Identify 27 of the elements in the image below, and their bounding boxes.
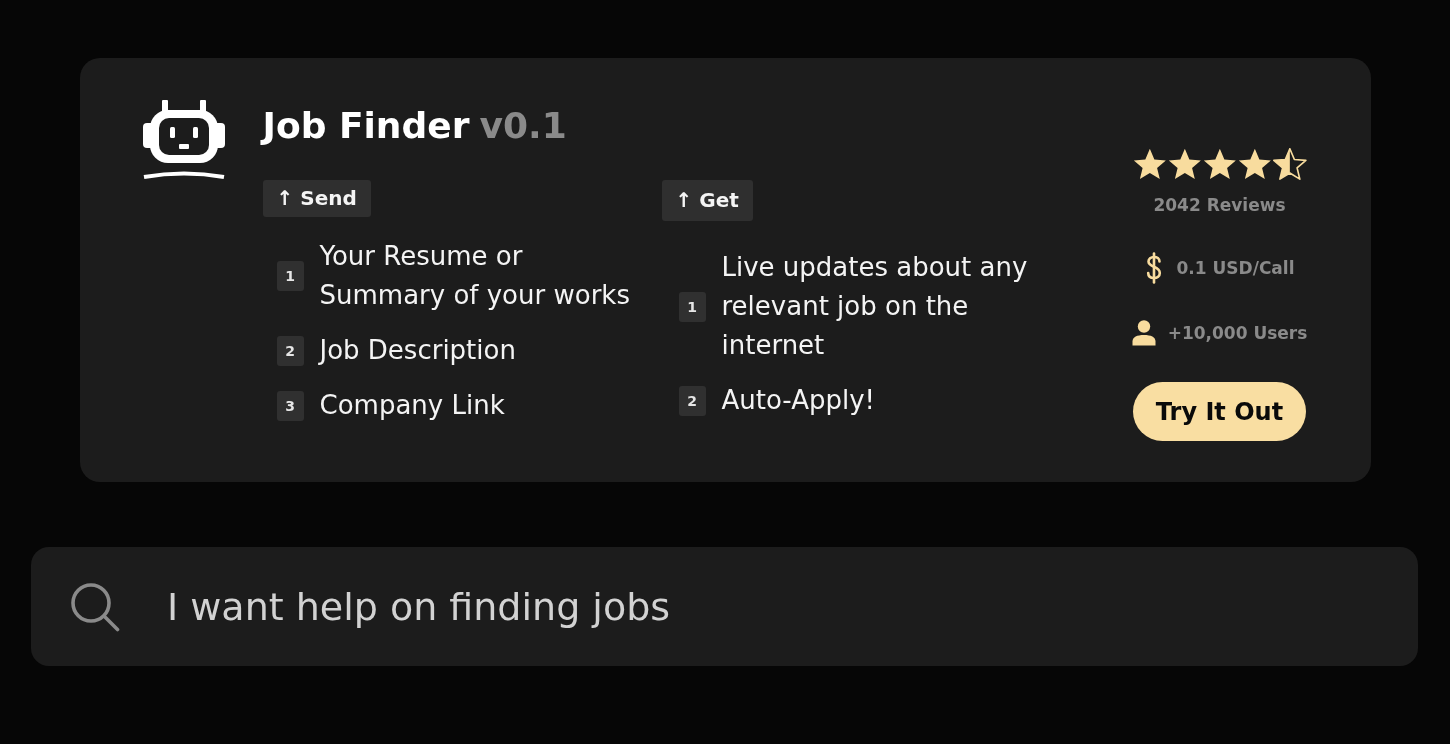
star-icon — [1237, 148, 1272, 180]
search-input[interactable]: I want help on finding jobs — [167, 584, 727, 629]
search-icon — [70, 581, 120, 632]
app-name: Job Finder — [262, 104, 470, 146]
step-number: 2 — [678, 385, 706, 416]
step-text: Live updates about any relevant job on the internet — [721, 251, 1029, 362]
section-tag: ↑ Get — [661, 180, 753, 221]
robot-icon — [142, 100, 225, 180]
step-text: Job Description — [319, 334, 517, 367]
try-it-out-button[interactable]: Try It Out — [1133, 382, 1306, 441]
app-version: v0.1 — [479, 104, 567, 146]
price-text: 0.1 USD/Call — [1176, 258, 1295, 278]
step-number: 2 — [276, 335, 304, 366]
step-number: 3 — [276, 390, 304, 421]
person-icon — [1131, 320, 1156, 346]
star-icon — [1272, 148, 1307, 180]
users-count: +10,000 Users — [1167, 323, 1308, 343]
step-number: 1 — [678, 291, 706, 322]
star-icon — [1132, 148, 1167, 180]
star-icon — [1167, 148, 1202, 180]
section-tag: ↑ Send — [262, 180, 371, 217]
step-number: 1 — [276, 261, 304, 291]
star-icon — [1202, 148, 1237, 180]
step-text: Your Resume or Summary of your works — [319, 240, 631, 312]
review-count: 2042 Reviews — [1153, 194, 1286, 216]
step-text: Auto-Apply! — [721, 384, 876, 417]
step-text: Company Link — [319, 389, 506, 422]
